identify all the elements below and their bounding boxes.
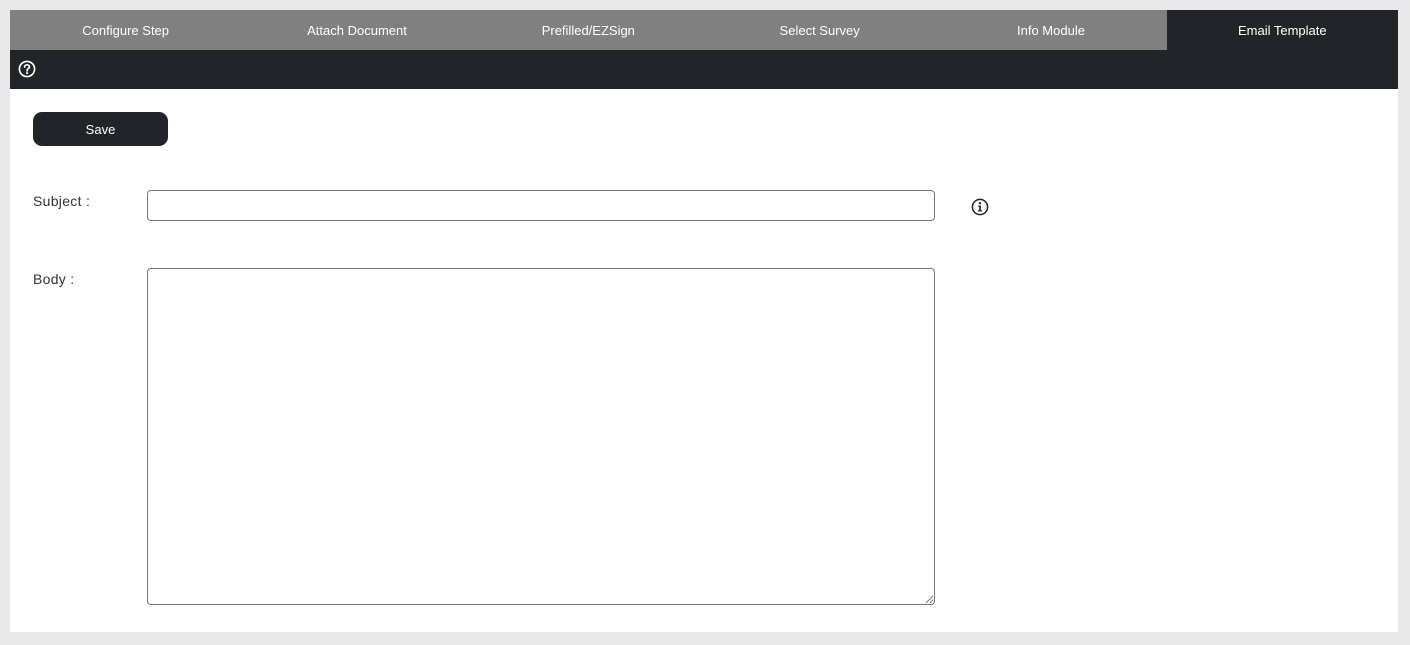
tab-attach-document[interactable]: Attach Document bbox=[241, 10, 472, 50]
body-label: Body : bbox=[33, 271, 75, 287]
email-template-panel: Configure Step Attach Document Prefilled… bbox=[10, 10, 1398, 632]
save-button[interactable]: Save bbox=[33, 112, 168, 146]
info-circle-icon[interactable] bbox=[971, 198, 989, 216]
subject-input[interactable] bbox=[147, 190, 935, 221]
tab-select-survey[interactable]: Select Survey bbox=[704, 10, 935, 50]
question-circle-icon[interactable] bbox=[18, 60, 36, 78]
tab-prefilled-ezsign[interactable]: Prefilled/EZSign bbox=[473, 10, 704, 50]
step-tabs: Configure Step Attach Document Prefilled… bbox=[10, 10, 1398, 50]
subject-label: Subject : bbox=[33, 193, 91, 209]
tab-configure-step[interactable]: Configure Step bbox=[10, 10, 241, 50]
body-textarea[interactable] bbox=[147, 268, 935, 605]
tab-info-module[interactable]: Info Module bbox=[935, 10, 1166, 50]
toolbar bbox=[10, 50, 1398, 89]
tab-email-template[interactable]: Email Template bbox=[1166, 10, 1398, 50]
form-area: Save Subject : Body : bbox=[10, 89, 1398, 632]
